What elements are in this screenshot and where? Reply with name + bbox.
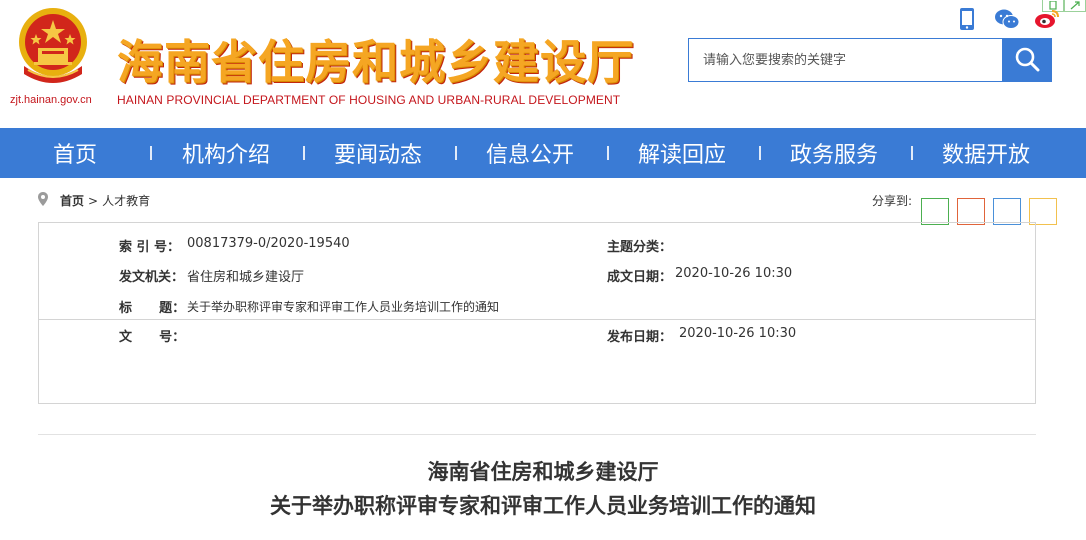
topic-label: 主题分类：: [607, 240, 673, 255]
nav-services[interactable]: 政务服务: [790, 128, 878, 178]
nav-home[interactable]: 首页: [53, 128, 97, 178]
nav-separator: [607, 146, 609, 160]
share-weibo-button[interactable]: [957, 198, 985, 225]
site-header: zjt.hainan.gov.cn 海南省住房和城乡建设厅 HAINAN PRO…: [0, 0, 1086, 128]
expand-icon[interactable]: [1064, 0, 1086, 12]
nav-disclosure[interactable]: 信息公开: [486, 128, 574, 178]
issuer-label: 发文机关：: [119, 270, 185, 285]
document-title-line-1: 海南省住房和城乡建设厅: [427, 459, 659, 484]
nav-open-data[interactable]: 数据开放: [942, 128, 1030, 178]
site-title[interactable]: 海南省住房和城乡建设厅: [117, 26, 634, 92]
publish-value: 2020-10-26 10:30: [679, 326, 797, 341]
date-value: 2020-10-26 10:30: [675, 266, 793, 281]
share-qzone-button[interactable]: [1029, 198, 1057, 225]
page: zjt.hainan.gov.cn 海南省住房和城乡建设厅 HAINAN PRO…: [0, 0, 1086, 540]
search-bar: [688, 38, 1052, 82]
location-pin-icon: [38, 192, 48, 209]
mobile-icon[interactable]: [954, 6, 980, 32]
nav-separator: [759, 146, 761, 160]
index-label: 索 引 号：: [119, 240, 181, 255]
breadcrumb: 首页 > 人才教育: [38, 192, 150, 209]
nav-separator: [911, 146, 913, 160]
nav-separator: [303, 146, 305, 160]
breadcrumb-current[interactable]: 人才教育: [102, 192, 150, 209]
nav-interpretation[interactable]: 解读回应: [638, 128, 726, 178]
title-value: 关于举办职称评审专家和评审工作人员业务培训工作的通知: [187, 300, 500, 314]
info-divider: [39, 319, 1035, 320]
share-wechat-button[interactable]: [921, 198, 949, 225]
nav-news[interactable]: 要闻动态: [334, 128, 422, 178]
content-divider: [38, 434, 1036, 435]
issuer-value: 省住房和城乡建设厅: [187, 270, 305, 285]
index-value: 00817379-0/2020-19540: [187, 236, 350, 251]
weibo-icon[interactable]: [1034, 6, 1060, 32]
title-label: 标 题：: [119, 301, 186, 316]
search-button[interactable]: [1002, 38, 1052, 82]
nav-separator: [455, 146, 457, 160]
docno-label: 文 号：: [119, 330, 186, 345]
breadcrumb-home[interactable]: 首页: [60, 192, 84, 209]
breadcrumb-separator: >: [88, 193, 99, 208]
search-icon: [1014, 46, 1040, 75]
main-nav: 首页 机构介绍 要闻动态 信息公开 解读回应 政务服务 数据开放: [0, 128, 1086, 178]
document-title-line-2: 关于举办职称评审专家和评审工作人员业务培训工作的通知: [270, 493, 816, 518]
site-domain: zjt.hainan.gov.cn: [10, 94, 92, 106]
site-title-english: HAINAN PROVINCIAL DEPARTMENT OF HOUSING …: [117, 93, 621, 107]
publish-label: 发布日期：: [607, 330, 673, 345]
top-social-icons: [954, 6, 1060, 32]
nav-separator: [150, 146, 152, 160]
share-qq-button[interactable]: [993, 198, 1021, 225]
document-info-table: 索 引 号： 00817379-0/2020-19540 主题分类： 发文机关：…: [38, 222, 1036, 404]
date-label: 成文日期：: [607, 270, 673, 285]
wechat-icon[interactable]: [994, 6, 1020, 32]
national-emblem-icon[interactable]: [14, 4, 92, 90]
share-label: 分享到:: [872, 194, 913, 208]
nav-about[interactable]: 机构介绍: [182, 128, 270, 178]
search-input[interactable]: [688, 38, 1002, 82]
